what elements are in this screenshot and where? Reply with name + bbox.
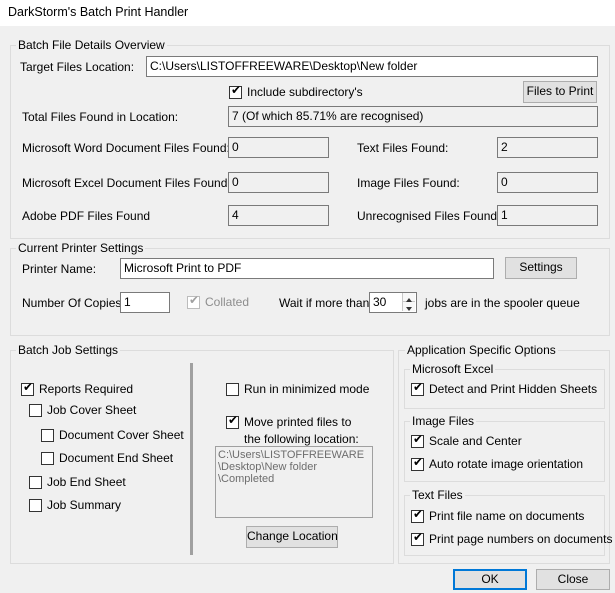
overview-legend: Batch File Details Overview bbox=[16, 38, 167, 52]
text-files-field: 2 bbox=[497, 137, 598, 158]
run-minimized-label: Run in minimized mode bbox=[244, 382, 370, 396]
detect-hidden-sheets-label: Detect and Print Hidden Sheets bbox=[429, 382, 598, 396]
printer-name-field[interactable]: Microsoft Print to PDF bbox=[120, 258, 494, 279]
checkmark-icon: ✔ bbox=[413, 530, 424, 544]
print-file-name-label: Print file name on documents bbox=[429, 509, 585, 523]
files-to-print-button[interactable]: Files to Print bbox=[523, 81, 597, 103]
job-summary-label: Job Summary bbox=[47, 498, 122, 512]
text-files-legend: Text Files bbox=[410, 488, 465, 502]
image-files-legend: Image Files bbox=[410, 414, 477, 428]
checkbox-box bbox=[29, 476, 42, 489]
checkmark-icon: ✔ bbox=[413, 507, 424, 521]
auto-rotate-label: Auto rotate image orientation bbox=[429, 457, 584, 471]
checkbox-box bbox=[41, 429, 54, 442]
copies-field[interactable]: 1 bbox=[120, 292, 170, 313]
print-page-numbers-label: Print page numbers on documents bbox=[429, 532, 613, 546]
unrecognised-files-field: 1 bbox=[497, 205, 598, 226]
window-title: DarkStorm's Batch Print Handler bbox=[8, 5, 189, 19]
job-end-sheet-label: Job End Sheet bbox=[47, 475, 126, 489]
checkmark-icon: ✔ bbox=[231, 83, 242, 97]
printer-legend: Current Printer Settings bbox=[16, 241, 146, 255]
location-line: C:\Users\LISTOFFREEWARE bbox=[218, 449, 365, 461]
chevron-down-icon bbox=[406, 307, 412, 311]
excel-files-label: Microsoft Excel Document Files Found: bbox=[22, 176, 231, 190]
checkmark-icon: ✔ bbox=[413, 380, 424, 394]
location-line: \Completed bbox=[218, 473, 275, 485]
total-files-label: Total Files Found in Location: bbox=[22, 110, 179, 124]
checkmark-icon: ✔ bbox=[228, 413, 239, 427]
image-files-field: 0 bbox=[497, 172, 598, 193]
checkmark-icon: ✔ bbox=[189, 293, 200, 307]
target-location-field[interactable]: C:\Users\LISTOFFREEWARE\Desktop\New fold… bbox=[146, 56, 598, 77]
spooler-threshold-value: 30 bbox=[373, 295, 387, 309]
unrecognised-files-label: Unrecognised Files Found: bbox=[357, 209, 501, 223]
excel-files-field: 0 bbox=[228, 172, 329, 193]
pdf-files-field: 4 bbox=[228, 205, 329, 226]
pdf-files-label: Adobe PDF Files Found bbox=[22, 209, 151, 223]
reports-required-label: Reports Required bbox=[39, 382, 134, 396]
copies-label: Number Of Copies: bbox=[22, 296, 125, 310]
target-location-label: Target Files Location: bbox=[20, 60, 135, 74]
move-printed-files-label-2: the following location: bbox=[244, 432, 359, 446]
text-files-group bbox=[404, 495, 605, 556]
jobs-spooler-label: jobs are in the spooler queue bbox=[425, 296, 580, 310]
include-subdirectory-label: Include subdirectory's bbox=[247, 85, 363, 99]
checkbox-box bbox=[41, 452, 54, 465]
batch-legend: Batch Job Settings bbox=[16, 343, 121, 357]
location-line: \Desktop\New folder bbox=[218, 461, 318, 473]
image-files-label: Image Files Found: bbox=[357, 176, 460, 190]
move-printed-files-label: Move printed files to bbox=[244, 415, 352, 429]
scale-center-label: Scale and Center bbox=[429, 434, 522, 448]
ok-button[interactable]: OK bbox=[453, 569, 527, 590]
change-location-button[interactable]: Change Location bbox=[246, 526, 338, 548]
checkbox-box bbox=[226, 383, 239, 396]
wait-label: Wait if more than bbox=[279, 296, 370, 310]
batch-divider bbox=[190, 363, 193, 555]
checkbox-box bbox=[29, 404, 42, 417]
document-cover-sheet-label: Document Cover Sheet bbox=[59, 428, 184, 442]
document-end-sheet-label: Document End Sheet bbox=[59, 451, 174, 465]
excel-legend: Microsoft Excel bbox=[410, 362, 496, 376]
collated-label: Collated bbox=[205, 295, 250, 309]
text-files-label: Text Files Found: bbox=[357, 141, 449, 155]
checkmark-icon: ✔ bbox=[413, 455, 424, 469]
title-bar: DarkStorm's Batch Print Handler bbox=[0, 0, 615, 26]
checkmark-icon: ✔ bbox=[23, 380, 34, 394]
app-options-legend: Application Specific Options bbox=[405, 343, 558, 357]
printer-settings-button[interactable]: Settings bbox=[505, 257, 577, 279]
word-files-label: Microsoft Word Document Files Found: bbox=[22, 141, 230, 155]
completed-location-textarea[interactable]: C:\Users\LISTOFFREEWARE \Desktop\New fol… bbox=[215, 446, 373, 518]
close-button[interactable]: Close bbox=[536, 569, 610, 590]
checkbox-box bbox=[29, 499, 42, 512]
spinner-up-button[interactable] bbox=[402, 293, 415, 302]
spinner-down-button[interactable] bbox=[402, 302, 415, 311]
image-files-group bbox=[404, 421, 605, 482]
total-files-field: 7 (Of which 85.71% are recognised) bbox=[228, 106, 598, 127]
checkmark-icon: ✔ bbox=[413, 432, 424, 446]
word-files-field: 0 bbox=[228, 137, 329, 158]
job-cover-sheet-label: Job Cover Sheet bbox=[47, 403, 137, 417]
printer-name-label: Printer Name: bbox=[22, 262, 97, 276]
